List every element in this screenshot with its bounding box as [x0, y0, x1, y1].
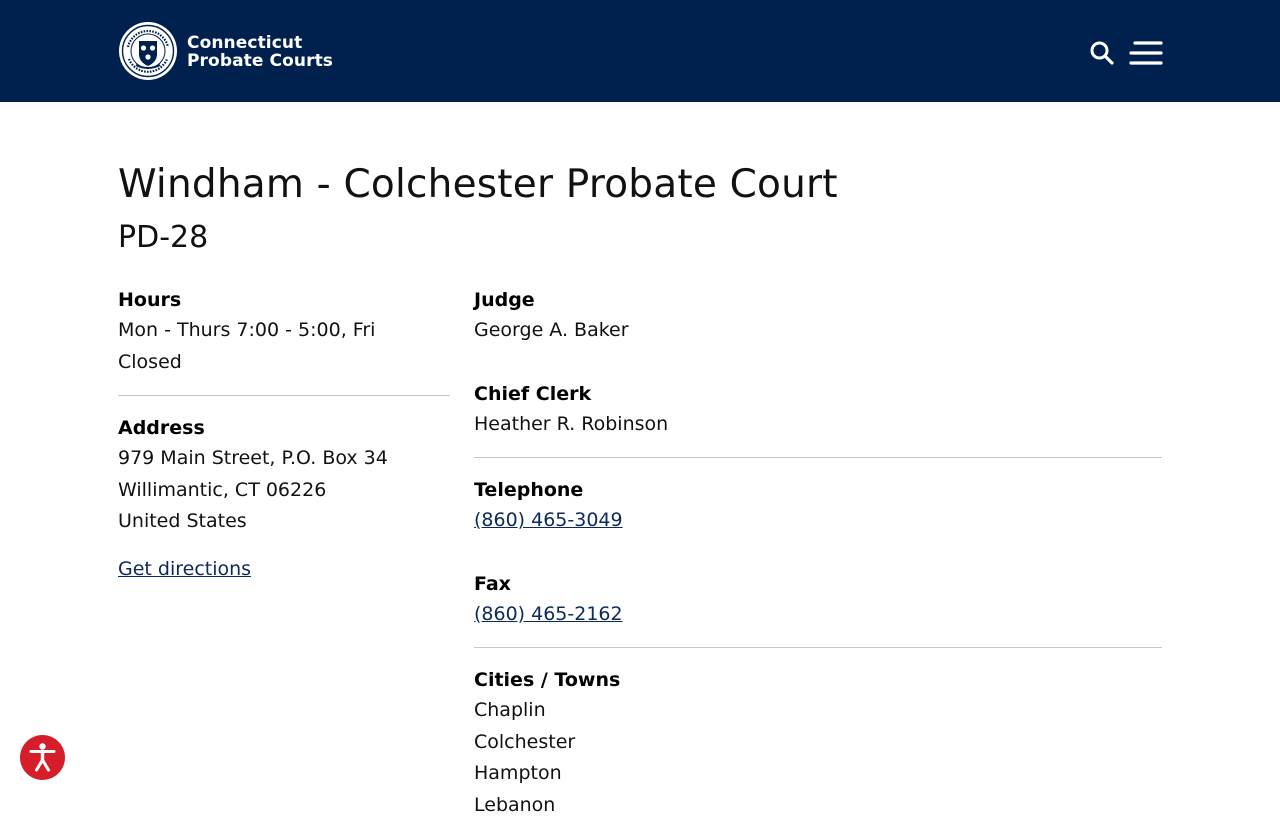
address-section: Address 979 Main Street, P.O. Box 34 Wil… — [118, 413, 450, 585]
accessibility-button[interactable] — [20, 735, 65, 780]
chief-clerk-name: Heather R. Robinson — [474, 409, 1162, 441]
towns-section: Cities / Towns Chaplin Colchester Hampto… — [474, 665, 1162, 821]
judge-name: George A. Baker — [474, 315, 1162, 347]
address-line-2: Willimantic, CT 06226 — [118, 475, 450, 507]
get-directions-link[interactable]: Get directions — [118, 558, 251, 580]
site-header: Connecticut Probate Courts — [0, 0, 1280, 102]
town-item: Hampton — [474, 758, 1162, 790]
town-item: Lebanon — [474, 790, 1162, 821]
address-line-1: 979 Main Street, P.O. Box 34 — [118, 443, 450, 475]
telephone-label: Telephone — [474, 475, 1162, 505]
chief-clerk-section: Chief Clerk Heather R. Robinson — [474, 379, 1162, 441]
menu-button[interactable] — [1129, 40, 1163, 66]
judge-label: Judge — [474, 285, 1162, 315]
fax-label: Fax — [474, 569, 1162, 599]
address-label: Address — [118, 413, 450, 443]
telephone-section: Telephone (860) 465-3049 — [474, 475, 1162, 537]
fax-section: Fax (860) 465-2162 — [474, 569, 1162, 631]
hours-divider — [118, 395, 450, 396]
town-item: Colchester — [474, 727, 1162, 759]
fax-link[interactable]: (860) 465-2162 — [474, 603, 623, 625]
fax-divider — [474, 647, 1162, 648]
site-logo[interactable] — [118, 21, 178, 81]
town-item: Chaplin — [474, 695, 1162, 727]
chief-clerk-label: Chief Clerk — [474, 379, 1162, 409]
accessibility-icon — [20, 735, 65, 780]
court-info-left-column: Hours Mon - Thurs 7:00 - 5:00, Fri Close… — [118, 285, 450, 585]
brand-line-2: Probate Courts — [187, 52, 333, 70]
hours-line-2: Closed — [118, 347, 450, 379]
hamburger-menu-icon — [1129, 40, 1163, 66]
court-info-right-column: Judge George A. Baker Chief Clerk Heathe… — [474, 285, 1162, 821]
telephone-link[interactable]: (860) 465-3049 — [474, 509, 623, 531]
judge-section: Judge George A. Baker — [474, 285, 1162, 347]
search-button[interactable] — [1089, 40, 1115, 66]
towns-label: Cities / Towns — [474, 665, 1162, 695]
hours-line-1: Mon - Thurs 7:00 - 5:00, Fri — [118, 315, 450, 347]
brand-line-1: Connecticut — [187, 34, 333, 52]
hours-section: Hours Mon - Thurs 7:00 - 5:00, Fri Close… — [118, 285, 450, 378]
page-title: Windham - Colchester Probate Court — [118, 162, 838, 207]
state-seal-icon — [118, 21, 178, 81]
site-brand[interactable]: Connecticut Probate Courts — [187, 34, 333, 70]
court-district-code: PD-28 — [118, 220, 208, 255]
hours-label: Hours — [118, 285, 450, 315]
search-icon — [1089, 40, 1115, 66]
clerk-divider — [474, 457, 1162, 458]
address-line-3: United States — [118, 506, 450, 538]
